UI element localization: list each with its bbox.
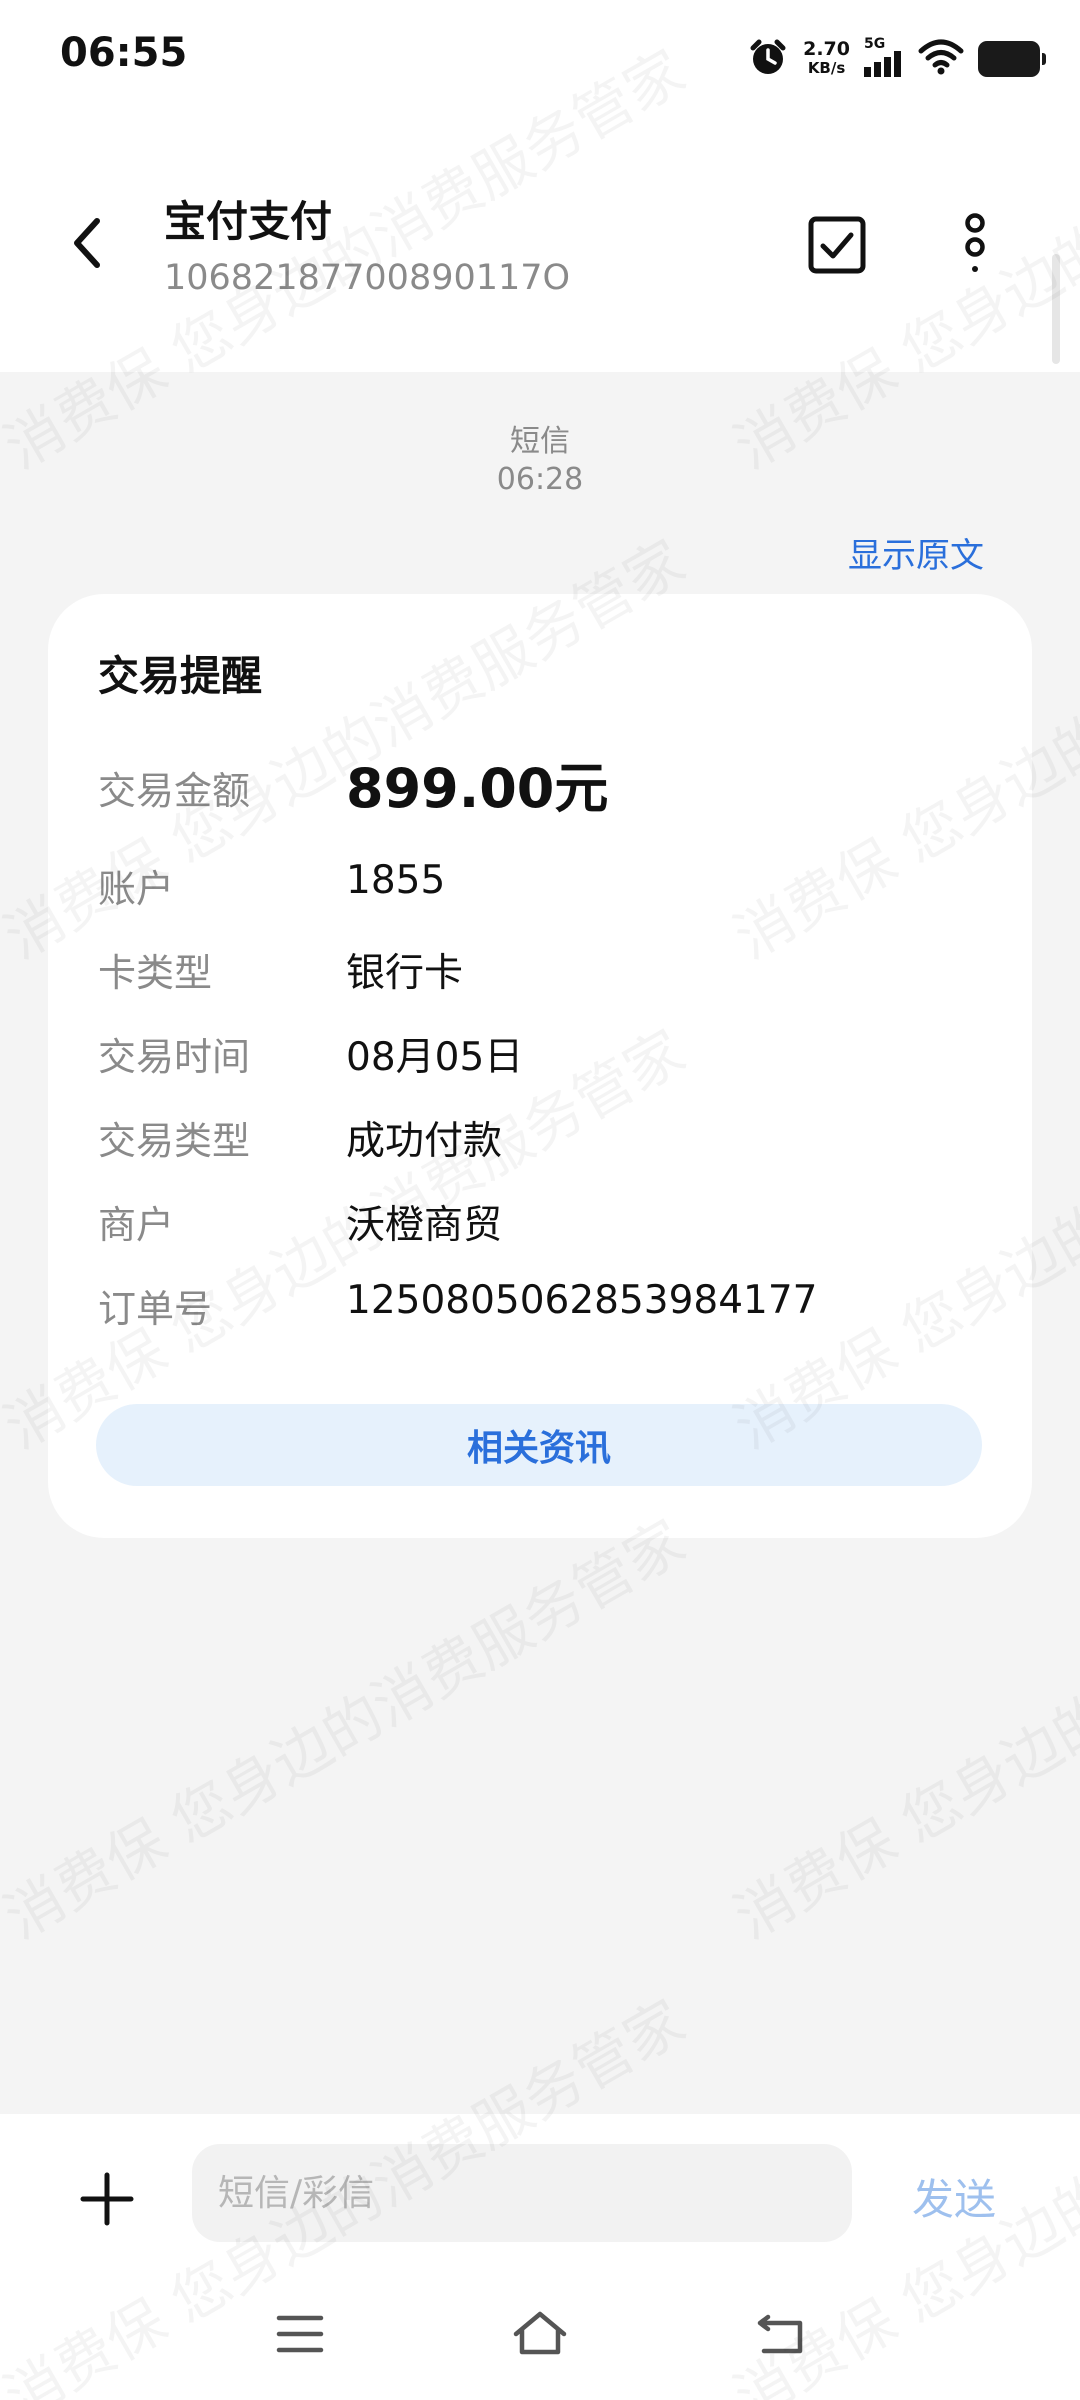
add-icon	[79, 2171, 135, 2231]
transaction-card: 交易提醒 交易金额 899.00元 账户 1855 卡类型 银行卡 交易时间 0…	[48, 594, 1032, 1538]
watermark-text: 消费保 您身边的消费服务管家	[0, 1507, 696, 1952]
back-arrow-icon	[67, 215, 107, 275]
conversation-header: 宝付支付 10682187700890117O	[0, 118, 1080, 372]
row-label-card-type: 卡类型	[98, 951, 213, 995]
row-value-card-type: 银行卡	[346, 951, 464, 996]
home-icon	[510, 2308, 570, 2364]
more-vertical-icon	[960, 213, 990, 281]
row-label-order: 订单号	[98, 1287, 213, 1331]
message-timestamp: 06:28	[496, 462, 584, 497]
net-speed-unit: KB/s	[807, 59, 846, 77]
signal-icon	[864, 51, 904, 81]
alarm-icon	[747, 36, 789, 82]
wifi-icon	[918, 39, 964, 79]
battery-icon	[978, 41, 1046, 77]
nav-home-button[interactable]	[507, 2306, 573, 2366]
sender-number: 10682187700890117O	[164, 258, 571, 298]
sender-name: 宝付支付	[164, 197, 333, 246]
composer-bar: 发送	[0, 2114, 1080, 2276]
network-type: 5G	[864, 36, 886, 52]
nav-back-button[interactable]	[748, 2306, 814, 2366]
net-speed: 2.70 KB/s	[803, 40, 850, 78]
add-attachment-button[interactable]	[72, 2166, 142, 2236]
cellular-signal: 5G	[864, 37, 904, 81]
select-button[interactable]	[800, 210, 874, 284]
back-button[interactable]	[52, 210, 122, 280]
scrollbar[interactable]	[1052, 254, 1060, 364]
row-label-account: 账户	[98, 867, 175, 911]
row-value-order: 1250805062853984177	[346, 1278, 818, 1323]
more-options-button[interactable]	[940, 210, 1010, 284]
nav-menu-button[interactable]	[267, 2306, 333, 2366]
send-button[interactable]: 发送	[912, 2166, 996, 2227]
row-value-amount: 899.00元	[346, 757, 609, 820]
message-type-label: 短信	[510, 424, 570, 459]
checkbox-icon	[807, 215, 867, 279]
related-news-button[interactable]: 相关资讯	[96, 1404, 982, 1486]
row-label-amount: 交易金额	[98, 769, 251, 813]
row-value-type: 成功付款	[346, 1119, 503, 1164]
net-speed-value: 2.70	[803, 38, 850, 60]
row-label-time: 交易时间	[98, 1035, 251, 1079]
row-value-time: 08月05日	[346, 1035, 524, 1080]
back-icon	[754, 2309, 808, 2363]
row-value-merchant: 沃橙商贸	[346, 1203, 503, 1248]
show-original-link[interactable]: 显示原文	[848, 528, 984, 577]
watermark-text: 消费保 您身边的消费服务管家	[723, 1507, 1080, 1952]
row-label-type: 交易类型	[98, 1119, 251, 1163]
row-label-merchant: 商户	[98, 1203, 175, 1247]
card-title: 交易提醒	[98, 652, 262, 700]
status-bar: 06:55 2.70 KB/s 5G	[0, 0, 1080, 118]
menu-icon	[275, 2312, 325, 2360]
system-nav-bar	[0, 2276, 1080, 2400]
status-icons: 2.70 KB/s 5G	[747, 36, 1046, 82]
status-time: 06:55	[60, 30, 188, 76]
row-value-account: 1855	[346, 858, 446, 903]
message-input[interactable]	[192, 2144, 852, 2242]
